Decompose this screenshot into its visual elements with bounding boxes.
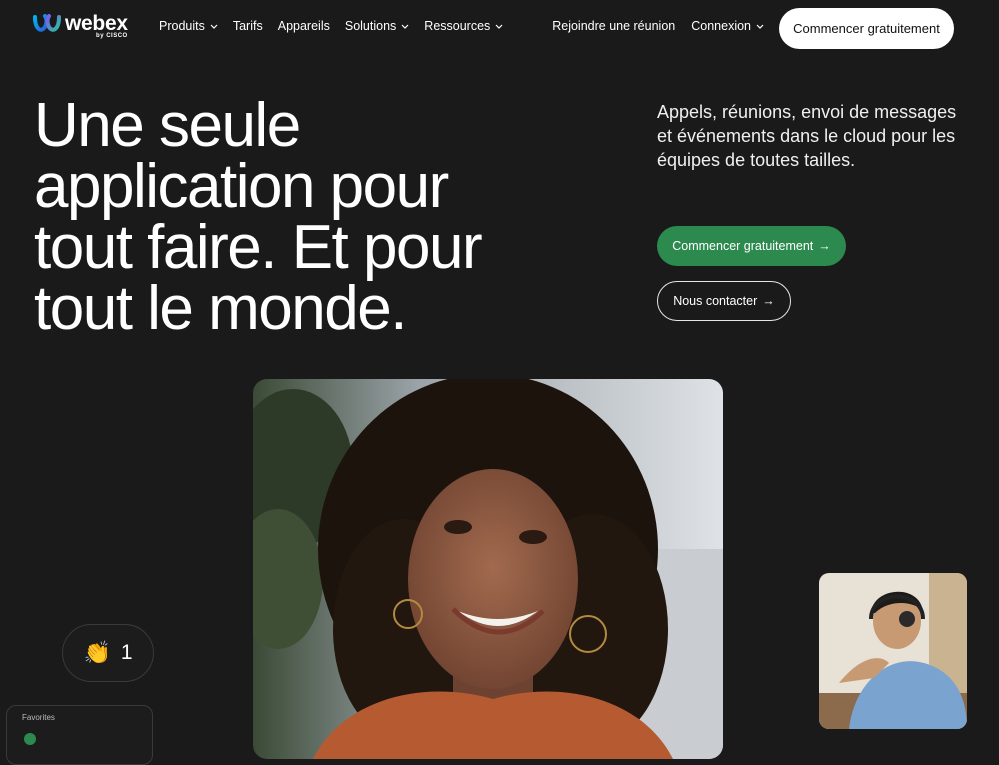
woman-portrait-image	[253, 379, 723, 759]
primary-nav: Produits Tarifs Appareils Solutions Ress…	[159, 19, 503, 33]
reaction-bubble: 👏 1	[62, 624, 154, 682]
nav-item-label: Produits	[159, 19, 205, 33]
chevron-down-icon	[210, 24, 218, 29]
reaction-count: 1	[120, 641, 133, 664]
contact-us-button[interactable]: Nous contacter →	[657, 281, 791, 321]
nav-item-tarifs[interactable]: Tarifs	[233, 19, 263, 33]
chevron-down-icon	[495, 24, 503, 29]
brand-name: webex	[65, 12, 128, 35]
nav-item-produits[interactable]: Produits	[159, 19, 218, 33]
nav-item-appareils[interactable]: Appareils	[278, 19, 330, 33]
join-meeting-label: Rejoindre une réunion	[552, 19, 676, 33]
nav-item-solutions[interactable]: Solutions	[345, 19, 409, 33]
clapping-hands-icon: 👏	[83, 640, 111, 665]
login-menu[interactable]: Connexion	[691, 19, 764, 33]
main-video-tile	[253, 379, 723, 759]
hero-description: Appels, réunions, envoi de messages et é…	[657, 102, 957, 170]
chevron-down-icon	[401, 24, 409, 29]
nav-item-label: Appareils	[277, 19, 330, 33]
start-free-button[interactable]: Commencer gratuitement →	[657, 226, 846, 266]
nav-item-label: Solutions	[344, 19, 397, 33]
login-label: Connexion	[691, 19, 751, 33]
favorites-panel: Favorites	[6, 705, 153, 765]
webex-logo-icon	[33, 14, 61, 32]
favorites-label: Favorites	[22, 713, 55, 722]
nav-item-label: Ressources	[424, 19, 491, 33]
start-free-button-header[interactable]: Commencer gratuitement	[779, 8, 954, 49]
nav-item-label: Tarifs	[232, 19, 263, 33]
chevron-down-icon	[756, 24, 764, 29]
join-meeting-link[interactable]: Rejoindre une réunion	[552, 19, 675, 33]
nav-item-ressources[interactable]: Ressources	[424, 19, 503, 33]
contact-us-label: Nous contacter	[673, 294, 758, 308]
webex-logo[interactable]: webex by CISCO	[33, 13, 128, 39]
start-free-label: Commencer gratuitement	[672, 239, 814, 253]
arrow-right-icon: →	[818, 239, 831, 253]
secondary-nav: Rejoindre une réunion Connexion	[552, 19, 764, 33]
side-video-tile	[819, 573, 967, 729]
top-navigation: webex by CISCO Produits Tarifs Appareils…	[0, 0, 999, 56]
arrow-right-icon: →	[762, 294, 775, 308]
hero-title: Une seule application pour tout faire. E…	[34, 91, 483, 343]
man-with-headset-image	[819, 573, 967, 729]
